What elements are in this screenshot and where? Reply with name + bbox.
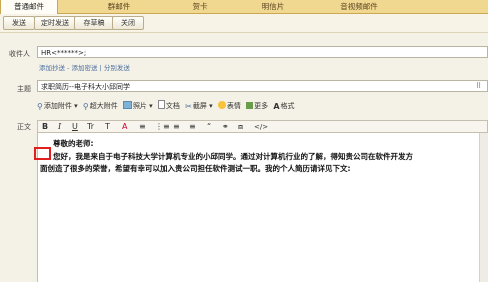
cc-links: 添加抄送 - 添加密送 | 分别发送 [39,64,130,72]
tab-greeting-card[interactable]: 贺卡 [180,0,220,13]
font-size-button[interactable]: Tr [87,122,94,132]
body-line-2: 面创造了很多的荣誉，希望有幸可以加入贵公司担任软件测试一职。我的个人简历请详见下… [40,164,351,173]
send-button[interactable]: 发送 [3,16,35,30]
scissors-icon: ✂ [185,102,192,111]
format-button[interactable]: A格式 [273,101,294,112]
emoji-button[interactable]: 表情 [217,101,241,112]
separate-send-link[interactable]: 分别发送 [104,64,130,72]
body-label: 正文 [17,123,31,131]
highlight-box [34,147,51,160]
rich-text-toolbar: B I U Tr T A ≡ ⋮≡ ≡ ≡ “ ⚭ ⧈ </> [37,120,488,133]
recipient-label: 收件人 [9,50,30,58]
grid-icon [246,102,254,109]
add-attachment-button[interactable]: ⚲添加附件 ▾ [37,101,78,112]
editor-scrollbar[interactable] [479,133,488,282]
compose-type-tabs: 普通邮件 群邮件 贺卡 明信片 音视频邮件 [0,0,488,14]
tab-postcard[interactable]: 明信片 [248,0,298,13]
indent-button[interactable]: ≡ [189,122,196,132]
bullet-list-button[interactable]: ≡ [173,122,180,132]
subject-options-icon[interactable]: ⠿ [476,82,481,90]
large-attachment-button[interactable]: ⚲超大附件 [83,101,118,112]
save-draft-button[interactable]: 存草稿 [74,16,114,30]
photo-icon [122,101,132,109]
font-color-button[interactable]: T [105,122,110,132]
smiley-icon [217,101,226,109]
add-bcc-link[interactable]: 添加密送 [72,64,98,72]
screenshot-button[interactable]: ✂截屏 ▾ [185,101,212,112]
attachment-bar: ⚲添加附件 ▾ ⚲超大附件 照片 ▾ 文档 ✂截屏 ▾ 表情 更多 A格式 [37,100,298,111]
more-button[interactable]: 更多 [246,101,268,112]
body-greeting: 尊敬的老师: [53,139,94,148]
align-button[interactable]: ≡ [139,122,146,132]
body-line-1: 您好，我是来自于电子科技大学计算机专业的小邱同学。通过对计算机行业的了解，得知贵… [53,152,413,161]
text-format-icon: A [273,102,280,111]
ordered-list-button[interactable]: ⋮≡ [155,122,170,132]
italic-button[interactable]: I [58,122,61,132]
paperclip-icon: ⚲ [37,102,43,111]
close-button[interactable]: 关闭 [112,16,144,30]
compose-toolbar: 发送 定时发送 存草稿 关闭 [0,14,488,33]
link-button[interactable]: ⚭ [222,122,229,132]
add-cc-link[interactable]: 添加抄送 [39,64,65,72]
highlight-color-button[interactable]: A [122,122,127,132]
image-button[interactable]: ⧈ [238,122,243,132]
tab-av-mail[interactable]: 音视频邮件 [326,0,392,13]
paperclip-icon: ⚲ [82,102,89,111]
scheduled-send-button[interactable]: 定时发送 [34,16,76,30]
photo-button[interactable]: 照片 ▾ [122,101,153,112]
tab-normal-mail[interactable]: 普通邮件 [0,0,58,14]
document-icon [157,100,165,109]
subject-field[interactable]: 求职简历--电子科大小邱同学 [37,80,488,92]
quote-button[interactable]: “ [207,122,211,132]
recipient-field[interactable]: HR<******>; [37,46,488,58]
document-button[interactable]: 文档 [157,100,180,112]
subject-label: 主题 [17,85,31,93]
tab-group-mail[interactable]: 群邮件 [94,0,144,13]
underline-button[interactable]: U [72,122,78,132]
bold-button[interactable]: B [42,122,48,132]
source-code-button[interactable]: </> [254,122,268,132]
